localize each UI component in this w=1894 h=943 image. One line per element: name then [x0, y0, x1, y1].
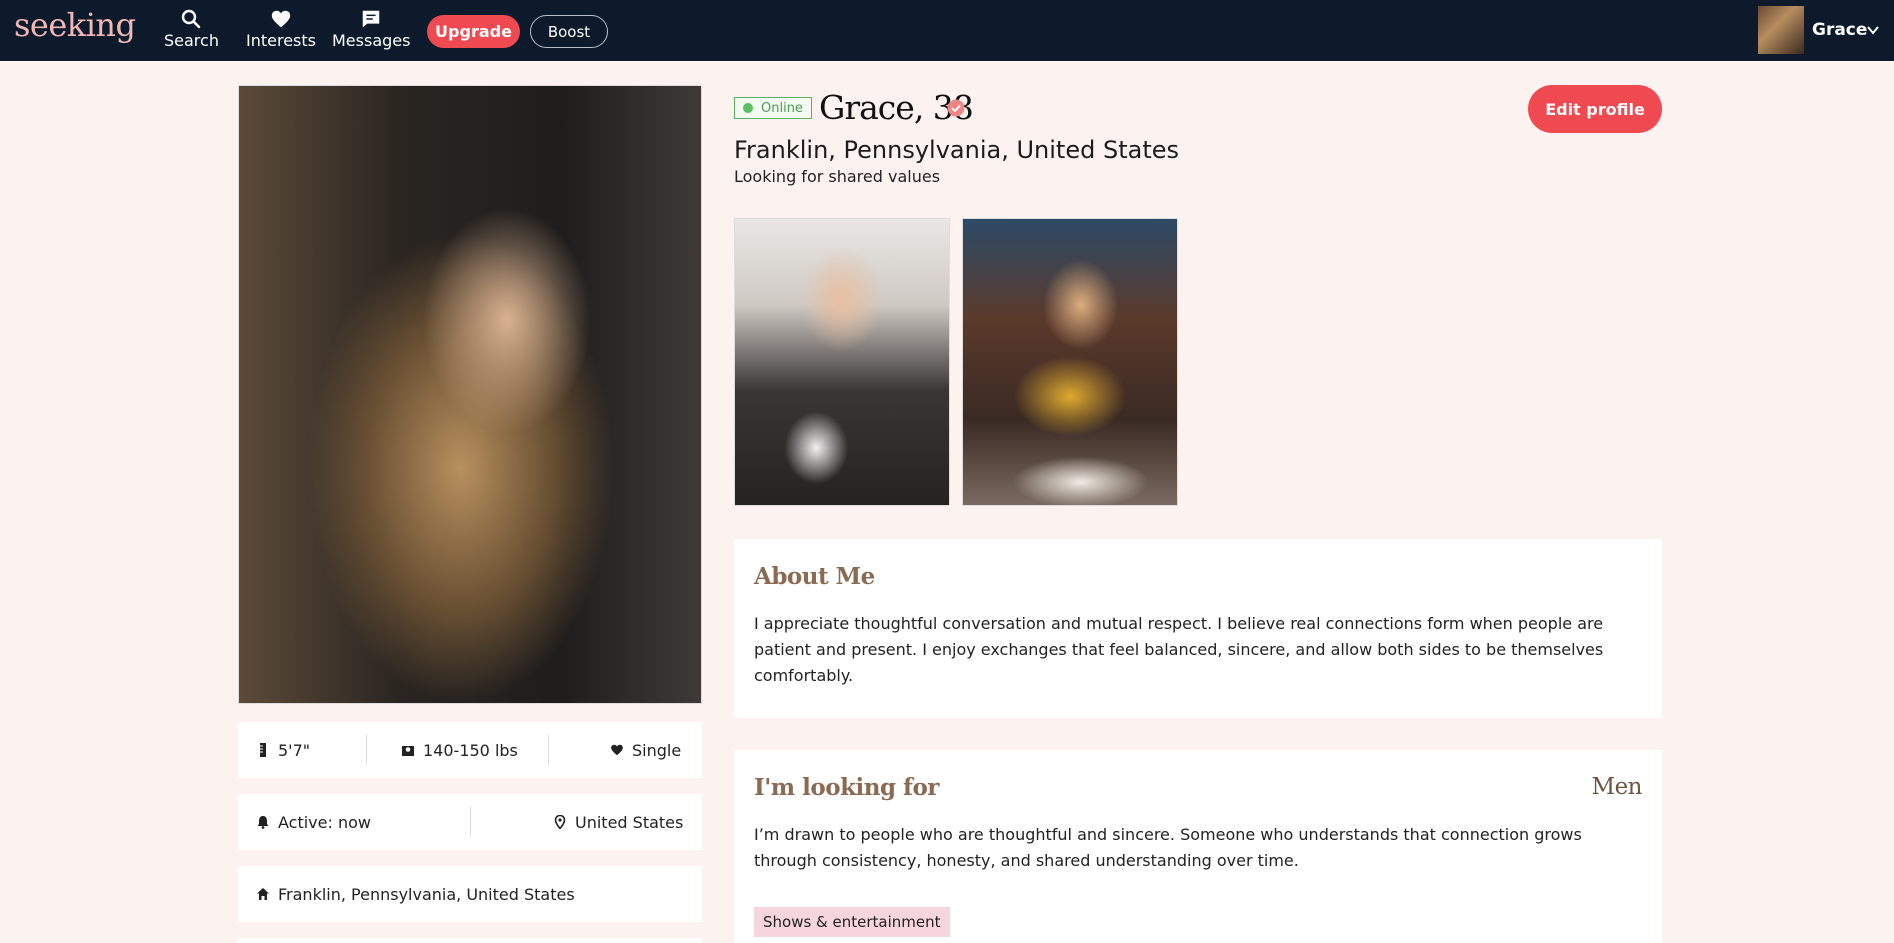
user-name: Grace [1812, 20, 1868, 40]
stat-active: Active: now [256, 794, 371, 850]
edit-profile-button[interactable]: Edit profile [1528, 85, 1662, 133]
online-status-text: Online [761, 100, 803, 116]
stats-card-more [238, 938, 702, 943]
stat-country-value: United States [575, 812, 684, 832]
nav-interests[interactable]: Interests [246, 8, 316, 50]
stat-active-value: Active: now [278, 812, 371, 832]
stat-height-value: 5'7" [278, 740, 311, 760]
profile-looking-for: Looking for shared values [734, 167, 941, 186]
nav-search-label: Search [164, 31, 219, 50]
stats-card-physical: 5'7" 140-150 lbs Single [238, 722, 702, 778]
stats-card-home: Franklin, Pennsylvania, United States [238, 866, 702, 922]
ruler-icon [256, 743, 270, 757]
looking-for-card: I'm looking for Men I’m drawn to people … [734, 750, 1662, 943]
home-icon [256, 887, 270, 901]
looking-for-text: I’m drawn to people who are thoughtful a… [754, 825, 1582, 870]
message-icon [332, 8, 410, 30]
stat-weight-value: 140-150 lbs [423, 740, 518, 760]
avatar [1758, 6, 1804, 54]
stat-height: 5'7" [256, 722, 310, 778]
stat-country: United States [553, 794, 683, 850]
location-pin-icon [553, 815, 567, 829]
looking-for-heading: I'm looking for [754, 774, 939, 801]
main-profile-photo[interactable] [238, 85, 702, 704]
user-menu[interactable]: Grace [1758, 6, 1884, 54]
stat-weight: 140-150 lbs [401, 722, 518, 778]
nav-search[interactable]: Search [164, 8, 219, 50]
divider [548, 735, 549, 765]
nav-interests-label: Interests [246, 31, 316, 50]
heart-icon [246, 8, 316, 30]
stats-card-activity: Active: now United States [238, 794, 702, 850]
verified-check-icon [947, 99, 965, 121]
online-dot-icon [743, 103, 753, 113]
looking-for-gender: Men [1591, 774, 1643, 800]
heart-icon [610, 743, 624, 757]
stat-relationship-value: Single [632, 740, 682, 760]
profile-location: Franklin, Pennsylvania, United States [734, 136, 1179, 164]
stat-home-value: Franklin, Pennsylvania, United States [278, 884, 575, 904]
search-icon [164, 8, 218, 30]
upgrade-button[interactable]: Upgrade [427, 15, 520, 48]
interest-tag[interactable]: Shows & entertainment [754, 907, 950, 937]
scale-icon [401, 743, 415, 757]
boost-button[interactable]: Boost [530, 15, 608, 48]
profile-photo-thumbnail[interactable] [734, 218, 950, 506]
stat-relationship: Single [610, 722, 681, 778]
online-status-badge: Online [734, 97, 812, 119]
top-navigation-bar: seeking Search Interests Messages Upgrad… [0, 0, 1894, 61]
about-me-heading: About Me [754, 563, 875, 590]
seeking-logo[interactable]: seeking [14, 6, 136, 44]
about-me-text: I appreciate thoughtful conversation and… [754, 614, 1604, 685]
about-me-card: About Me I appreciate thoughtful convers… [734, 539, 1662, 718]
divider [366, 735, 367, 765]
divider [470, 807, 471, 837]
stat-home: Franklin, Pennsylvania, United States [256, 866, 575, 922]
nav-messages[interactable]: Messages [332, 8, 410, 50]
bell-icon [256, 815, 270, 829]
nav-messages-label: Messages [332, 31, 411, 50]
chevron-down-icon [1866, 22, 1880, 41]
profile-photo-thumbnail[interactable] [962, 218, 1178, 506]
